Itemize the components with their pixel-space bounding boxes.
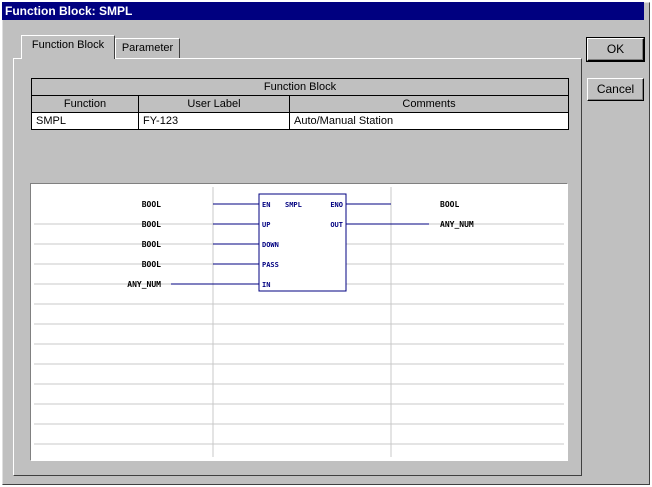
tab-label: Function Block [31, 39, 105, 51]
table-group-header: Function Block [31, 78, 569, 96]
ok-label: OK [606, 42, 625, 56]
input-type-down: BOOL [142, 240, 161, 249]
output-type-out: ANY_NUM [440, 220, 474, 229]
function-block-table: Function Block Function User Label Comme… [31, 78, 569, 130]
ok-button[interactable]: OK [586, 37, 645, 62]
cell-user-label[interactable]: FY-123 [138, 112, 290, 130]
cell-comments[interactable]: Auto/Manual Station [289, 112, 569, 130]
table-group-header-row: Function Block [31, 78, 569, 96]
pin-down-label: DOWN [262, 241, 279, 249]
column-header-function: Function [31, 95, 139, 113]
column-header-user-label: User Label [138, 95, 290, 113]
function-block-diagram[interactable]: BOOL BOOL BOOL BOOL ANY_NUM EN UP DOWN P… [30, 183, 568, 461]
column-header-comments: Comments [289, 95, 569, 113]
diagram-canvas: BOOL BOOL BOOL BOOL ANY_NUM EN UP DOWN P… [34, 187, 564, 457]
input-type-in: ANY_NUM [127, 280, 161, 289]
tab-label: Parameter [121, 42, 174, 54]
pin-pass-label: PASS [262, 261, 279, 269]
tab-parameter[interactable]: Parameter [115, 38, 180, 58]
cell-function[interactable]: SMPL [31, 112, 139, 130]
window-titlebar[interactable]: Function Block: SMPL [2, 2, 644, 20]
input-type-en: BOOL [142, 200, 161, 209]
block-name-label: SMPL [285, 201, 302, 209]
pin-up-label: UP [262, 221, 270, 229]
input-type-pass: BOOL [142, 260, 161, 269]
pin-out-label: OUT [330, 221, 343, 229]
window-title: Function Block: SMPL [5, 4, 133, 18]
pin-in-label: IN [262, 281, 270, 289]
table-header-row: Function User Label Comments [31, 95, 569, 113]
table-row[interactable]: SMPL FY-123 Auto/Manual Station [31, 112, 569, 130]
cancel-button[interactable]: Cancel [587, 78, 644, 101]
tab-function-block[interactable]: Function Block [21, 35, 115, 59]
pin-eno-label: ENO [330, 201, 343, 209]
output-type-eno: BOOL [440, 200, 459, 209]
input-type-up: BOOL [142, 220, 161, 229]
pin-en-label: EN [262, 201, 270, 209]
cancel-label: Cancel [596, 82, 635, 96]
